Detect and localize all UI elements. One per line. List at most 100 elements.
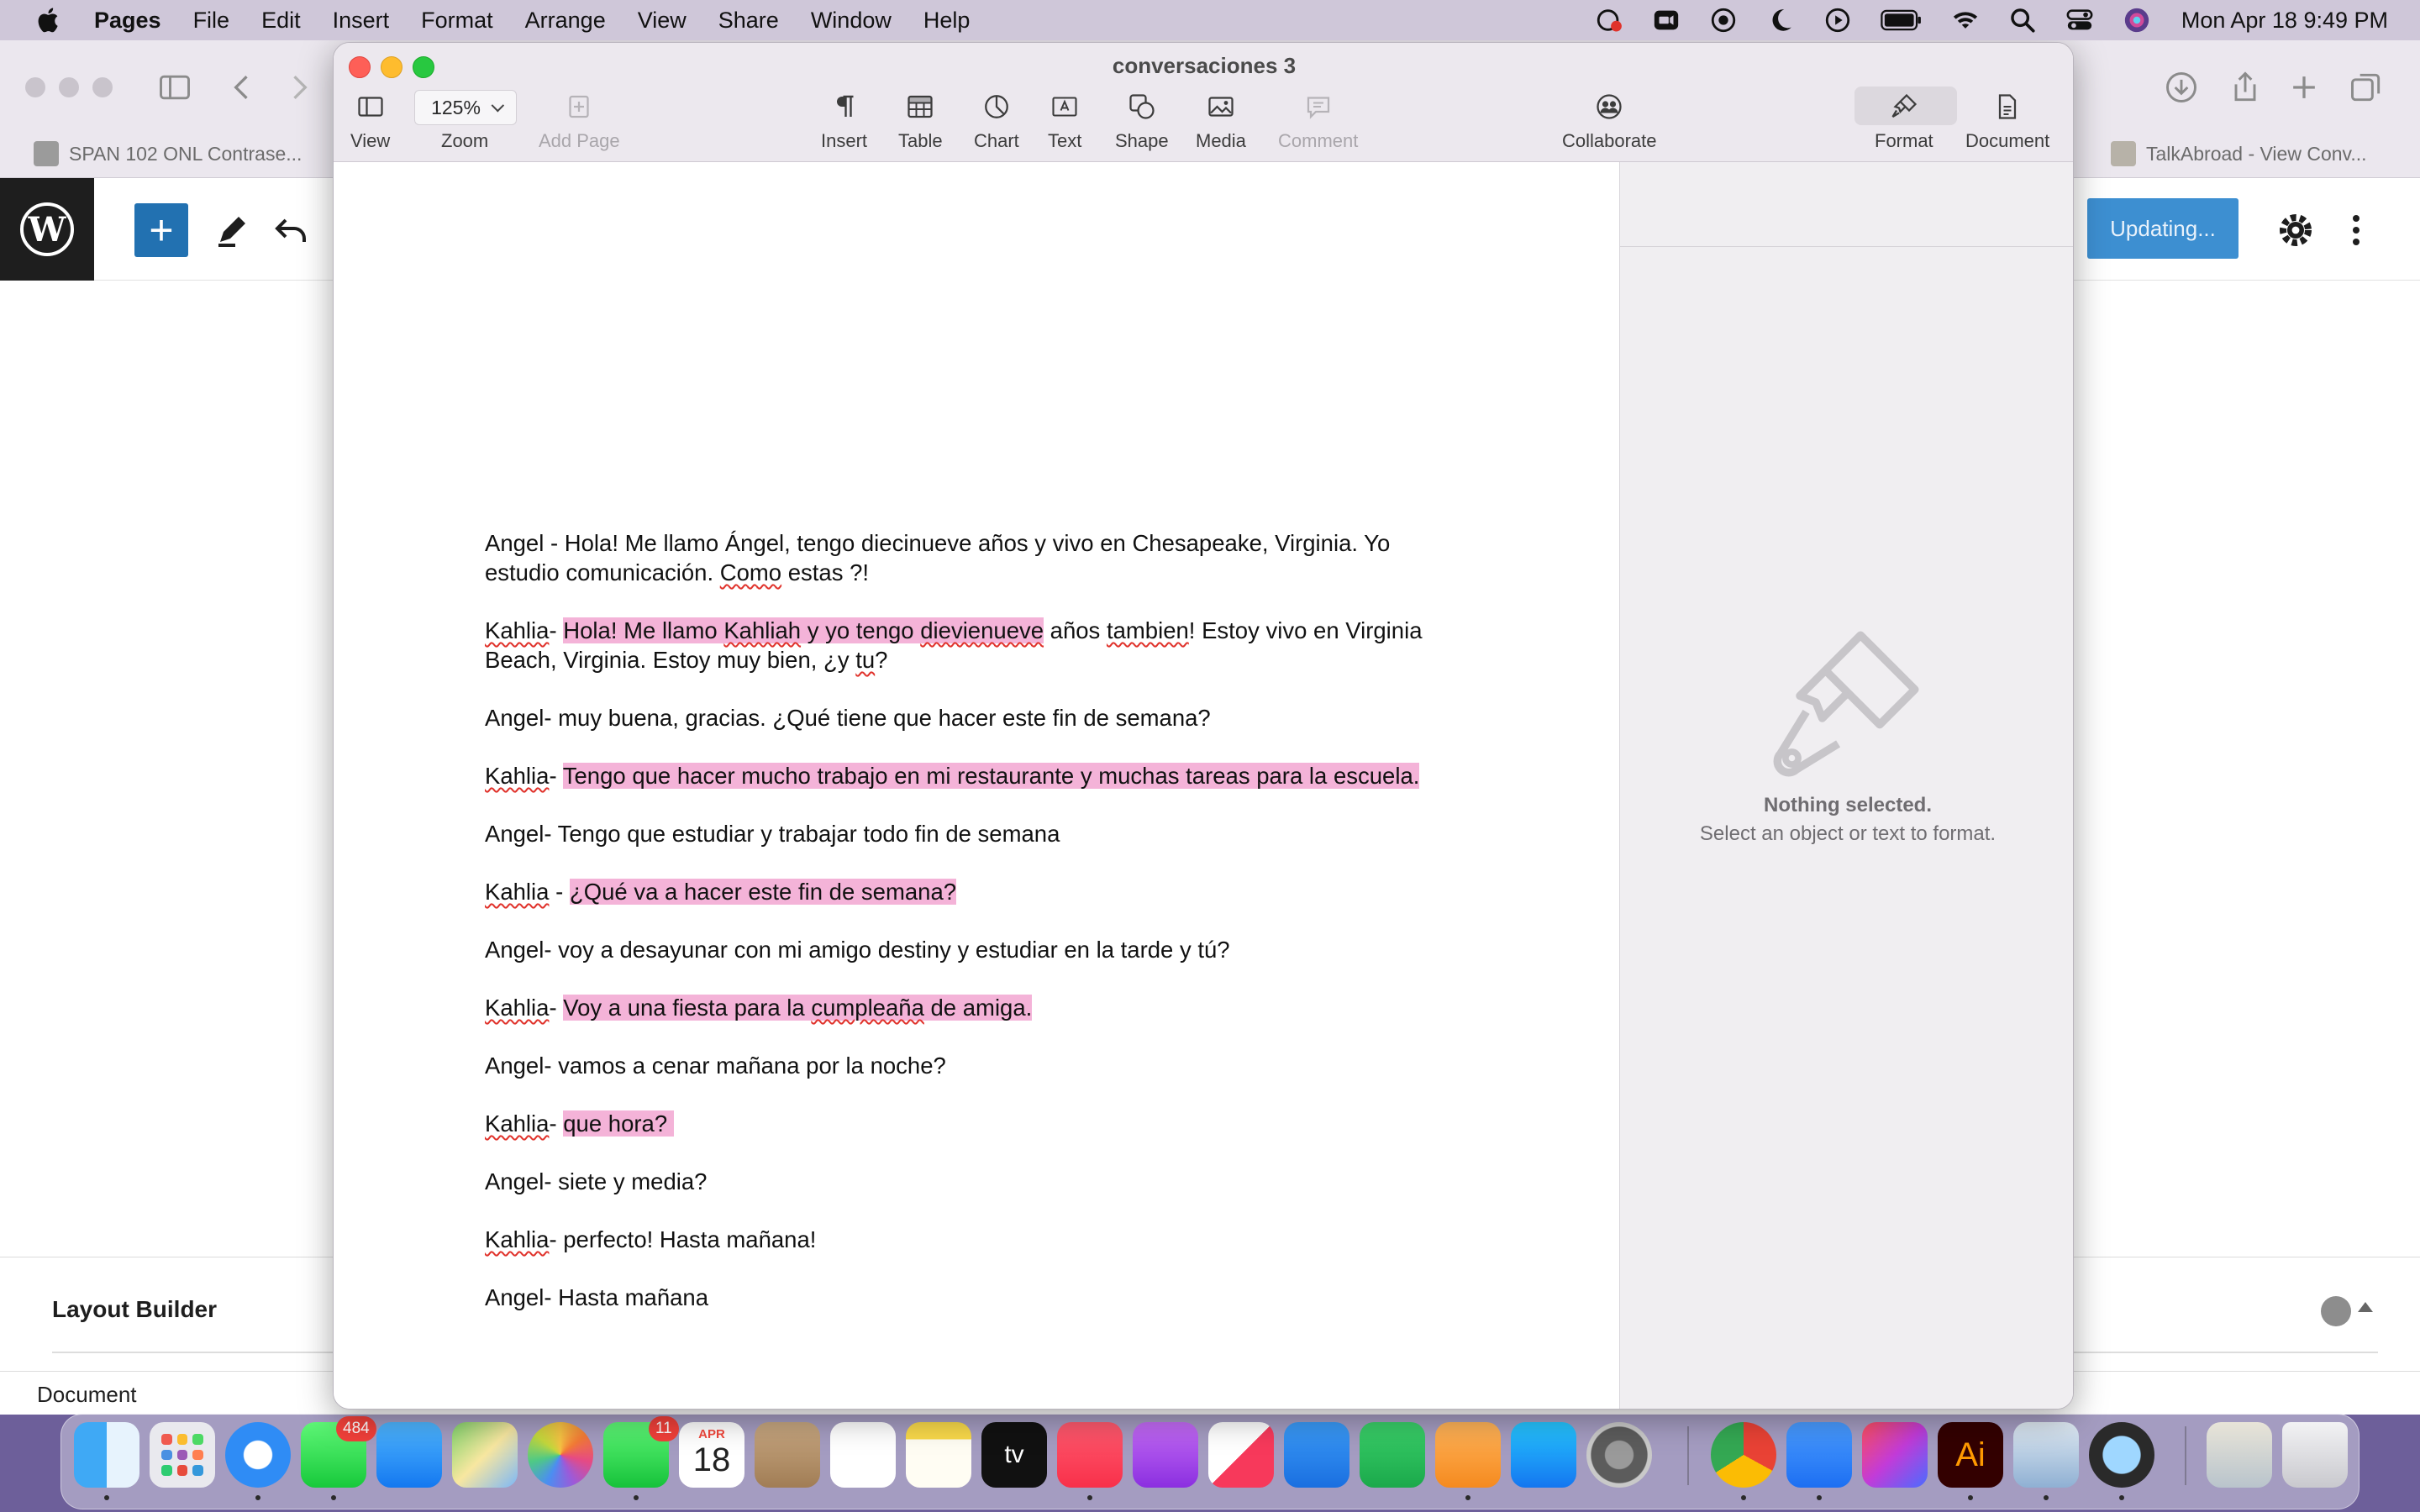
news-icon[interactable] bbox=[1208, 1422, 1274, 1488]
zoom-status-icon[interactable] bbox=[1652, 6, 1681, 34]
system-preferences-icon[interactable] bbox=[1586, 1422, 1652, 1488]
line-kahlia-8[interactable]: Kahlia- Voy a una fiesta para la cumplea… bbox=[485, 993, 1033, 1022]
screen-record-icon[interactable] bbox=[1709, 6, 1738, 34]
share-icon[interactable] bbox=[2227, 69, 2264, 106]
spotlight-search-icon[interactable] bbox=[2008, 6, 2037, 34]
illustrator-icon[interactable]: Ai bbox=[1938, 1422, 2003, 1488]
line-angel-1a[interactable]: Angel - Hola! Me llamo Ángel, tengo diec… bbox=[485, 528, 1390, 558]
siri-icon[interactable] bbox=[2123, 6, 2151, 34]
sidebar-toggle-icon[interactable] bbox=[156, 69, 193, 106]
text-button[interactable]: Text bbox=[1048, 90, 1081, 152]
zoom-select[interactable]: 125% bbox=[414, 90, 517, 125]
menu-help[interactable]: Help bbox=[923, 8, 971, 34]
keynote-icon[interactable] bbox=[1284, 1422, 1349, 1488]
insert-button[interactable]: Insert bbox=[821, 90, 867, 152]
contacts-icon[interactable] bbox=[755, 1422, 820, 1488]
back-arrow-icon[interactable] bbox=[224, 69, 260, 106]
focus-moon-icon[interactable] bbox=[1766, 6, 1795, 34]
browser-close-button[interactable] bbox=[25, 77, 45, 97]
zoom-button[interactable]: Zoom bbox=[441, 130, 488, 152]
reminders-icon[interactable] bbox=[830, 1422, 896, 1488]
forward-arrow-icon[interactable] bbox=[281, 69, 318, 106]
menu-app-name[interactable]: Pages bbox=[94, 8, 161, 34]
wordpress-logo-icon[interactable]: W bbox=[0, 178, 94, 281]
numbers-icon[interactable] bbox=[1360, 1422, 1425, 1488]
line-angel-11[interactable]: Angel- siete y media? bbox=[485, 1167, 707, 1196]
line-angel-5[interactable]: Angel- Tengo que estudiar y trabajar tod… bbox=[485, 819, 1060, 848]
launchpad-icon[interactable] bbox=[150, 1422, 215, 1488]
more-options-icon[interactable] bbox=[2336, 210, 2376, 250]
safari-icon[interactable] bbox=[225, 1422, 291, 1488]
menu-file[interactable]: File bbox=[193, 8, 230, 34]
mail-icon[interactable] bbox=[376, 1422, 442, 1488]
line-angel-7[interactable]: Angel- voy a desayunar con mi amigo dest… bbox=[485, 935, 1230, 964]
undo-icon[interactable] bbox=[271, 210, 311, 250]
edit-pencil-icon[interactable] bbox=[212, 210, 252, 250]
browser-zoom-button[interactable] bbox=[92, 77, 113, 97]
menu-clock[interactable]: Mon Apr 18 9:49 PM bbox=[2181, 8, 2388, 34]
view-button[interactable]: View bbox=[350, 90, 390, 152]
document-canvas[interactable]: Angel - Hola! Me llamo Ángel, tengo diec… bbox=[334, 162, 1619, 1409]
table-button[interactable]: Table bbox=[898, 90, 943, 152]
browser-tab-span102[interactable]: SPAN 102 ONL Contrase... bbox=[34, 134, 302, 173]
settings-gear-icon[interactable] bbox=[2275, 210, 2316, 250]
format-button[interactable]: Format bbox=[1875, 90, 1933, 152]
updating-button[interactable]: Updating... bbox=[2087, 198, 2238, 259]
line-angel-13[interactable]: Angel- Hasta mañana bbox=[485, 1283, 708, 1312]
line-kahlia-2b[interactable]: Beach, Virginia. Estoy muy bien, ¿y tu? bbox=[485, 645, 887, 675]
line-kahlia-6[interactable]: Kahlia - ¿Qué va a hacer este fin de sem… bbox=[485, 877, 957, 906]
layout-builder-toggle-icon[interactable] bbox=[2321, 1296, 2351, 1326]
zoom-app-icon[interactable] bbox=[1786, 1422, 1852, 1488]
line-kahlia-2a[interactable]: Kahlia- Hola! Me llamo Kahliah y yo teng… bbox=[485, 616, 1422, 645]
apple-tv-icon[interactable]: tv bbox=[981, 1422, 1047, 1488]
shape-button[interactable]: Shape bbox=[1115, 90, 1169, 152]
photos-icon[interactable] bbox=[528, 1422, 593, 1488]
notes-icon[interactable] bbox=[906, 1422, 971, 1488]
maps-icon[interactable] bbox=[452, 1422, 518, 1488]
add-page-button[interactable]: Add Page bbox=[539, 90, 620, 152]
menu-share[interactable]: Share bbox=[718, 8, 779, 34]
browser-minimize-button[interactable] bbox=[59, 77, 79, 97]
line-kahlia-4[interactable]: Kahlia- Tengo que hacer mucho trabajo en… bbox=[485, 761, 1420, 790]
battery-icon[interactable] bbox=[1881, 6, 1923, 34]
now-playing-icon[interactable] bbox=[1823, 6, 1852, 34]
finder-icon[interactable] bbox=[74, 1422, 139, 1488]
preview-icon[interactable] bbox=[2013, 1422, 2079, 1488]
creative-cloud-status-icon[interactable] bbox=[1595, 6, 1623, 34]
downloads-icon[interactable] bbox=[2163, 69, 2200, 106]
creative-cloud-icon[interactable] bbox=[1862, 1422, 1928, 1488]
quicktime-icon[interactable] bbox=[2089, 1422, 2154, 1488]
app-store-icon[interactable] bbox=[1511, 1422, 1576, 1488]
music-icon[interactable] bbox=[1057, 1422, 1123, 1488]
add-block-button[interactable]: + bbox=[134, 203, 188, 257]
line-angel-3[interactable]: Angel- muy buena, gracias. ¿Qué tiene qu… bbox=[485, 703, 1211, 732]
menu-view[interactable]: View bbox=[638, 8, 687, 34]
tab-overview-icon[interactable] bbox=[2348, 69, 2385, 106]
downloads-stack-icon[interactable] bbox=[2207, 1422, 2272, 1488]
layout-builder-title[interactable]: Layout Builder bbox=[52, 1296, 217, 1323]
collaborate-button[interactable]: Collaborate bbox=[1562, 90, 1657, 152]
status-document-label[interactable]: Document bbox=[37, 1382, 137, 1408]
menu-insert[interactable]: Insert bbox=[333, 8, 390, 34]
browser-tab-talkabroad[interactable]: TalkAbroad - View Conv... bbox=[2111, 134, 2367, 173]
line-angel-9[interactable]: Angel- vamos a cenar mañana por la noche… bbox=[485, 1051, 946, 1080]
new-tab-icon[interactable] bbox=[2286, 69, 2323, 106]
comment-button[interactable]: Comment bbox=[1278, 90, 1358, 152]
caret-up-icon[interactable] bbox=[2358, 1302, 2373, 1312]
apple-menu-icon[interactable] bbox=[35, 6, 64, 34]
chrome-icon[interactable] bbox=[1711, 1422, 1776, 1488]
pages-icon[interactable] bbox=[1435, 1422, 1501, 1488]
media-button[interactable]: Media bbox=[1196, 90, 1246, 152]
line-angel-1b[interactable]: estudio comunicación. Como estas ?! bbox=[485, 558, 869, 587]
podcasts-icon[interactable] bbox=[1133, 1422, 1198, 1488]
menu-format[interactable]: Format bbox=[421, 8, 493, 34]
calendar-icon[interactable]: APR 18 bbox=[679, 1422, 744, 1488]
wifi-icon[interactable] bbox=[1951, 6, 1980, 34]
control-center-icon[interactable] bbox=[2065, 6, 2094, 34]
menu-window[interactable]: Window bbox=[811, 8, 892, 34]
document-button[interactable]: Document bbox=[1965, 90, 2049, 152]
line-kahlia-10[interactable]: Kahlia- que hora? bbox=[485, 1109, 674, 1138]
menu-arrange[interactable]: Arrange bbox=[525, 8, 606, 34]
trash-icon[interactable] bbox=[2282, 1422, 2348, 1488]
chart-button[interactable]: Chart bbox=[974, 90, 1019, 152]
